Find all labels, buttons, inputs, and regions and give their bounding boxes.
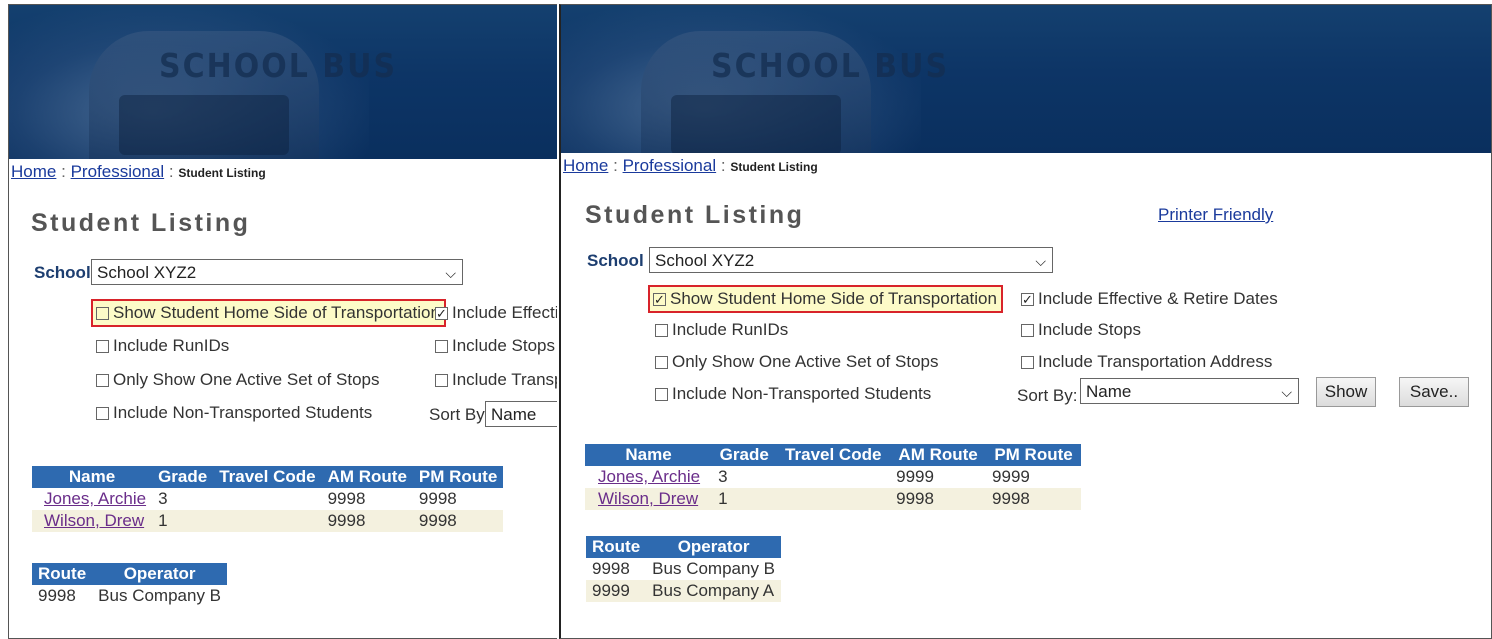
checkbox-home-side[interactable] [96,306,109,320]
page-title: Student Listing [585,201,805,229]
col-travel-code[interactable]: Travel Code [776,444,891,466]
option-one-active-stops[interactable]: Only Show One Active Set of Stops [96,368,379,392]
bus-sign-text: SCHOOL BUS [711,47,950,86]
col-grade[interactable]: Grade [712,444,777,466]
show-button[interactable]: Show [1316,377,1376,407]
checkbox-include-stops[interactable] [435,339,448,353]
col-am-route[interactable]: AM Route [321,466,413,488]
col-name[interactable]: Name [32,466,153,488]
checkbox-non-transported[interactable] [655,387,668,401]
checkbox-home-side[interactable]: ✓ [653,292,666,306]
header-banner: SCHOOL BUS [561,5,1491,153]
checkbox-one-active-stops[interactable] [96,373,109,387]
sort-by-select[interactable]: Name [485,401,557,427]
checkbox-transport-address[interactable] [1021,355,1034,369]
checkbox-transport-address[interactable] [435,373,448,387]
header-banner: SCHOOL BUS [9,5,557,159]
student-link[interactable]: Wilson, Drew [598,489,698,508]
col-route: Route [32,563,93,585]
col-pm-route[interactable]: PM Route [412,466,504,488]
checkbox-include-stops[interactable] [1021,323,1034,337]
checkbox-effective-dates[interactable]: ✓ [1021,292,1034,306]
checkbox-one-active-stops[interactable] [655,355,668,369]
bus-sign-text: SCHOOL BUS [159,47,398,86]
checkbox-non-transported[interactable] [96,406,109,420]
table-row: 9999 Bus Company A [586,580,782,602]
option-non-transported[interactable]: Include Non-Transported Students [655,382,931,406]
student-link[interactable]: Jones, Archie [598,467,700,486]
table-row: 9998 Bus Company B [38,586,222,605]
option-transport-address[interactable]: Include Transportation Address [1021,350,1272,374]
breadcrumb-current: Student Listing [730,160,818,174]
col-operator: Operator [646,536,782,558]
table-row: Wilson, Drew 1 9998 9998 [32,510,504,532]
option-non-transported[interactable]: Include Non-Transported Students [96,401,372,425]
breadcrumb: Home : Professional : Student Listing [563,156,818,175]
option-effective-dates[interactable]: ✓ Include Effectiv [435,301,557,325]
option-runids[interactable]: Include RunIDs [96,334,229,358]
checkbox-effective-dates[interactable]: ✓ [435,306,448,320]
printer-friendly-link[interactable]: Printer Friendly [1158,205,1273,225]
col-pm-route[interactable]: PM Route [986,444,1081,466]
table-row: 9998 Bus Company B [592,559,776,578]
checkbox-runids[interactable] [96,339,109,353]
school-label: School [34,263,91,282]
option-effective-dates[interactable]: ✓ Include Effective & Retire Dates [1021,287,1278,311]
breadcrumb-professional-link[interactable]: Professional [623,156,717,175]
option-one-active-stops[interactable]: Only Show One Active Set of Stops [655,350,938,374]
students-table: Name Grade Travel Code AM Route PM Route… [585,444,1081,510]
sort-by-label: Sort By: [1017,386,1078,405]
breadcrumb-home-link[interactable]: Home [11,162,56,181]
option-include-stops[interactable]: Include Stops [435,334,555,358]
table-row: Jones, Archie 3 9998 9998 [44,489,457,508]
col-route: Route [586,536,647,558]
col-grade[interactable]: Grade [152,466,214,488]
school-select[interactable]: School XYZ2 ⌵ [649,247,1053,273]
save-button[interactable]: Save.. [1399,377,1469,407]
table-row: Jones, Archie 3 9999 9999 [598,467,1030,486]
option-include-stops[interactable]: Include Stops [1021,318,1141,342]
routes-table-header: Route Operator [586,536,782,558]
option-home-side[interactable]: ✓ Show Student Home Side of Transportati… [648,285,1003,313]
chevron-down-icon: ⌵ [1035,253,1046,269]
right-screenshot-panel: SCHOOL BUS Home : Professional : Student… [559,4,1492,639]
option-runids[interactable]: Include RunIDs [655,318,788,342]
chevron-down-icon: ⌵ [445,265,456,281]
breadcrumb-home-link[interactable]: Home [563,156,608,175]
breadcrumb: Home : Professional : Student Listing [11,162,266,181]
school-select[interactable]: School XYZ2 ⌵ [91,259,463,285]
col-name[interactable]: Name [585,444,713,466]
left-screenshot-panel: SCHOOL BUS Home : Professional : Student… [8,4,557,639]
student-link[interactable]: Jones, Archie [44,489,146,508]
col-am-route[interactable]: AM Route [890,444,987,466]
breadcrumb-current: Student Listing [178,166,266,180]
checkbox-runids[interactable] [655,323,668,337]
sort-by-label: Sort By: [429,405,490,424]
option-home-side[interactable]: Show Student Home Side of Transportation [91,299,446,327]
table-row: Wilson, Drew 1 9998 9998 [585,488,1081,510]
student-link[interactable]: Wilson, Drew [44,511,144,530]
routes-table: Route Operator 9998 Bus Company B 9999 B… [586,536,782,602]
page-title: Student Listing [31,209,251,237]
routes-table-header: Route Operator [32,563,228,585]
students-table-header: Name Grade Travel Code AM Route PM Route [32,466,504,488]
students-table: Name Grade Travel Code AM Route PM Route… [32,466,504,532]
students-table-header: Name Grade Travel Code AM Route PM Route [585,444,1081,466]
option-transport-address[interactable]: Include Transpo [435,368,557,392]
sort-by-select[interactable]: Name ⌵ [1080,378,1299,404]
school-label: School [587,251,644,270]
chevron-down-icon: ⌵ [1281,384,1292,400]
routes-table: Route Operator 9998 Bus Company B [32,563,228,607]
col-operator: Operator [92,563,228,585]
col-travel-code[interactable]: Travel Code [213,466,322,488]
breadcrumb-professional-link[interactable]: Professional [71,162,165,181]
